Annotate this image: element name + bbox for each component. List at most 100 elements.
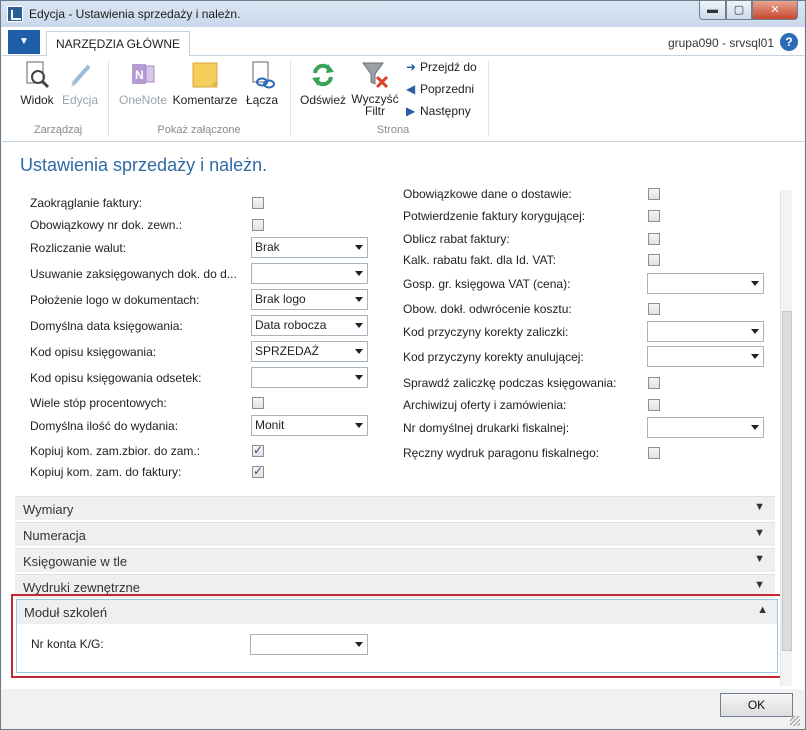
chevron-down-icon [751, 425, 759, 430]
left-field-checkbox[interactable] [252, 197, 264, 209]
right-field-dropdown[interactable] [647, 346, 764, 367]
right-field-checkbox[interactable] [648, 377, 660, 389]
view-button[interactable]: Widok [16, 60, 58, 107]
fasttab-header[interactable]: Numeracja ▼ [15, 522, 775, 546]
chevron-down-icon[interactable]: ▼ [754, 501, 765, 513]
fasttab-header[interactable]: Księgowanie w tle ▼ [15, 548, 775, 572]
previous-label: Poprzedni [420, 82, 475, 96]
left-field-label: Kod opisu księgowania: [30, 345, 157, 359]
page-title: Ustawienia sprzedaży i należn. [20, 155, 268, 175]
chevron-down-icon [355, 271, 363, 276]
right-field-checkbox[interactable] [648, 447, 660, 459]
scrollbar-thumb[interactable] [782, 311, 792, 651]
minimize-button[interactable]: ▬ [699, 1, 726, 20]
application-menu-button[interactable]: ▼ [8, 30, 40, 54]
left-field-dropdown[interactable]: Data robocza [251, 315, 368, 336]
edit-label: Edycja [61, 93, 99, 107]
right-field-checkbox[interactable] [648, 210, 660, 222]
ribbon-separator [290, 60, 291, 136]
links-button[interactable]: Łącza [242, 60, 282, 107]
right-field-checkbox[interactable] [648, 254, 660, 266]
dialog-window: Edycja - Ustawienia sprzedaży i należn. … [0, 0, 806, 730]
left-field-dropdown[interactable]: SPRZEDAŻ [251, 341, 368, 362]
left-field-checkbox[interactable] [252, 464, 264, 478]
group-label-attachments: Pokaż załączone [157, 124, 241, 136]
chevron-down-icon [355, 642, 363, 647]
refresh-button[interactable]: Odśwież [298, 60, 348, 107]
left-field-dropdown[interactable] [251, 367, 368, 388]
left-field-value: Monit [255, 418, 285, 432]
chevron-down-icon [355, 245, 363, 250]
chevron-down-icon[interactable]: ▼ [754, 579, 765, 591]
left-field-value: Brak [255, 240, 280, 254]
right-field-label: Gosp. gr. księgowa VAT (cena): [403, 277, 571, 291]
left-field-dropdown[interactable]: Brak logo [251, 289, 368, 310]
right-field-checkbox[interactable] [648, 399, 660, 411]
ribbon-separator [488, 60, 489, 136]
content-area: Ustawienia sprzedaży i należn. Zaokrągla… [2, 142, 804, 689]
left-field-checkbox[interactable] [252, 219, 264, 231]
fasttab-header[interactable]: Wymiary ▼ [15, 496, 775, 520]
vertical-scrollbar[interactable] [780, 190, 792, 686]
left-field-checkbox[interactable] [252, 443, 264, 457]
svg-text:N: N [135, 68, 144, 82]
onenote-label: OneNote [118, 93, 168, 107]
goto-label: Przejdź do [420, 60, 477, 74]
next-button[interactable]: ▶ Następny [406, 104, 471, 118]
right-field-label: Archiwizuj oferty i zamówienia: [403, 398, 567, 412]
right-field-dropdown[interactable] [647, 417, 764, 438]
right-field-checkbox[interactable] [648, 303, 660, 315]
previous-button[interactable]: ◀ Poprzedni [406, 82, 474, 96]
right-field-dropdown[interactable] [647, 321, 764, 342]
modul-fasttab-header[interactable]: Moduł szkoleń ▲ [17, 600, 777, 624]
comments-label: Komentarze [172, 93, 238, 107]
chevron-down-icon[interactable]: ▼ [754, 527, 765, 539]
right-field-label: Kalk. rabatu fakt. dla Id. VAT: [403, 253, 556, 267]
link-icon [247, 60, 277, 90]
chevron-down-icon [751, 281, 759, 286]
right-field-checkbox[interactable] [648, 188, 660, 200]
modul-fasttab-title: Moduł szkoleń [24, 605, 108, 620]
window-title: Edycja - Ustawienia sprzedaży i należn. [29, 7, 241, 21]
right-field-dropdown[interactable] [647, 273, 764, 294]
left-field-dropdown[interactable]: Brak [251, 237, 368, 258]
group-label-manage: Zarządzaj [33, 124, 83, 136]
right-field-label: Kod przyczyny korekty anulującej: [403, 350, 584, 364]
right-field-label: Obow. dokł. odwrócenie kosztu: [403, 302, 572, 316]
close-button[interactable]: ✕ [752, 1, 798, 20]
gl-account-dropdown[interactable] [250, 634, 368, 655]
maximize-button[interactable]: ▢ [726, 1, 752, 20]
fasttab-title: Numeracja [23, 528, 86, 543]
gl-account-label: Nr konta K/G: [31, 637, 104, 651]
left-field-dropdown[interactable]: Monit [251, 415, 368, 436]
left-field-label: Domyślna data księgowania: [30, 319, 183, 333]
clear-filter-button[interactable]: Wyczyść Filtr [350, 60, 400, 117]
next-label: Następny [420, 104, 471, 118]
tab-home[interactable]: NARZĘDZIA GŁÓWNE [46, 31, 191, 57]
right-field-checkbox[interactable] [648, 233, 660, 245]
onenote-button[interactable]: N OneNote [116, 60, 170, 107]
ribbon: Widok Edycja Zarządzaj N OneNote Komenta… [2, 56, 804, 142]
chevron-up-icon[interactable]: ▲ [757, 604, 768, 616]
comments-button[interactable]: Komentarze [172, 60, 238, 107]
edit-button[interactable]: Edycja [60, 60, 100, 107]
arrow-right-icon: ➜ [406, 60, 417, 74]
goto-button[interactable]: ➜ Przejdź do [406, 60, 477, 74]
resize-grip[interactable] [790, 716, 800, 726]
chevron-down-icon[interactable]: ▼ [754, 553, 765, 565]
group-label-page: Strona [376, 124, 410, 136]
fasttab-title: Księgowanie w tle [23, 554, 128, 569]
app-icon [7, 6, 23, 22]
ok-button[interactable]: OK [720, 693, 793, 717]
chevron-down-icon [751, 354, 759, 359]
ribbon-tab-bar: ▼ NARZĘDZIA GŁÓWNE grupa090 - srvsql01 ? [2, 27, 804, 57]
triangle-left-icon: ◀ [406, 82, 416, 96]
links-label: Łącza [245, 93, 279, 107]
left-field-dropdown[interactable] [251, 263, 368, 284]
left-field-label: Wiele stóp procentowych: [30, 396, 167, 410]
help-icon[interactable]: ? [780, 33, 798, 51]
chevron-down-icon [355, 423, 363, 428]
pencil-icon [65, 60, 95, 90]
left-field-checkbox[interactable] [252, 397, 264, 409]
title-bar: Edycja - Ustawienia sprzedaży i należn. … [1, 1, 805, 27]
